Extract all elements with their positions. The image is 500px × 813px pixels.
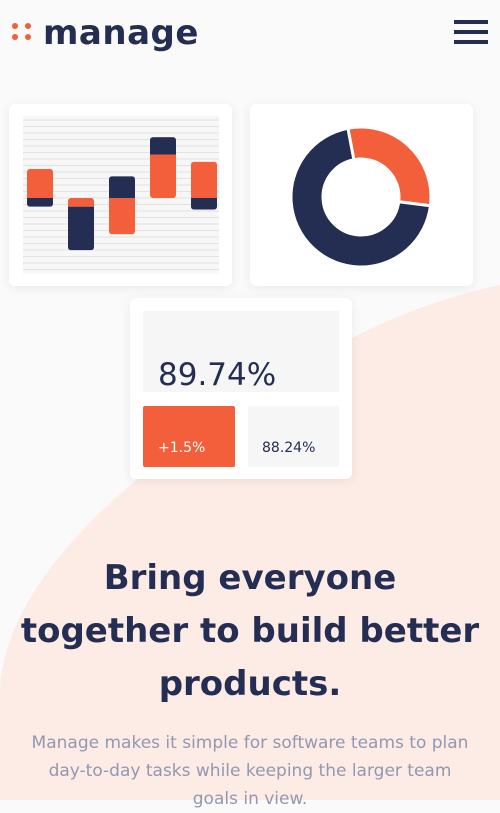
bar-segment [191, 198, 217, 210]
bar-segment [150, 137, 176, 155]
stat-secondary-panel: 88.24% [248, 406, 339, 467]
bar-segment [27, 169, 53, 198]
stat-change-value: +1.5% [158, 440, 206, 456]
four-dots-logo-icon [12, 22, 34, 44]
stat-change-panel: +1.5% [143, 406, 235, 467]
stat-main-panel: 89.74% [143, 311, 339, 393]
hamburger-menu-icon[interactable] [454, 20, 488, 44]
bar-group [191, 161, 217, 210]
donut-chart [289, 125, 433, 269]
hero-subtext: Manage makes it simple for software team… [31, 733, 469, 809]
bar-segment [68, 206, 94, 251]
bar-group [109, 176, 135, 235]
stats-card: 89.74% +1.5% 88.24% [130, 298, 352, 479]
bar-segment [109, 176, 135, 198]
donut-slice [346, 125, 433, 208]
hero-headline: Bring everyone together to build better … [20, 558, 480, 704]
donut-chart-card [250, 104, 473, 286]
bar-segment [27, 198, 53, 207]
bar-chart [23, 116, 219, 274]
stat-main-value: 89.74% [158, 357, 277, 393]
bar-group [68, 198, 94, 251]
stat-secondary-value: 88.24% [262, 440, 316, 456]
logo[interactable]: manage [12, 14, 199, 52]
bar-segment [191, 161, 217, 198]
bar-segment [109, 198, 135, 235]
bar-group [27, 169, 53, 207]
bar-segment [150, 154, 176, 198]
bar-segment [68, 198, 94, 207]
bar-chart-card [9, 104, 232, 286]
brand-name: manage [43, 13, 199, 53]
bar-group [150, 137, 176, 198]
site-header: manage [0, 0, 500, 64]
